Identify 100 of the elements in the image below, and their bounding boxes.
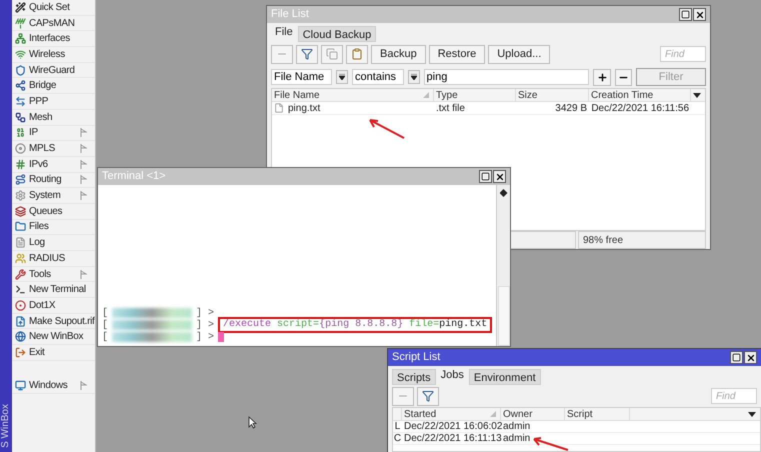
filter-icon <box>301 48 313 60</box>
scroll-up-icon <box>500 189 508 197</box>
find-field[interactable]: Find <box>660 46 706 62</box>
menu-item[interactable]: IPv6 <box>12 156 95 173</box>
sort-icon <box>490 411 496 417</box>
close-icon <box>746 352 756 362</box>
column-header[interactable]: Script <box>565 408 630 420</box>
toolbar-button[interactable]: Backup <box>371 44 426 64</box>
menu-item[interactable]: System <box>12 188 95 204</box>
menu-item[interactable]: IP <box>12 126 95 142</box>
toolbar-button[interactable]: Restore <box>428 44 486 64</box>
document-icon <box>15 237 26 248</box>
dropdown-button[interactable] <box>408 70 420 84</box>
table-row[interactable]: L Dec/22/2021 16:06:02admin <box>393 421 760 433</box>
table-cell-text: admin <box>503 432 530 446</box>
find-field[interactable]: Find <box>711 388 757 404</box>
monitor-icon <box>15 380 26 391</box>
scrollbar-thumb[interactable] <box>498 286 510 346</box>
close-button[interactable] <box>744 351 757 364</box>
maximize-icon <box>681 10 690 19</box>
table-cell-text: Dec/22/2021 16:11:56 <box>591 102 689 116</box>
brand-text: S WinBox <box>0 404 12 450</box>
table-cell-text: admin <box>503 420 530 434</box>
table-cell-text: L <box>394 420 400 434</box>
plus-icon <box>596 72 608 82</box>
menu-item[interactable]: Tools <box>12 266 95 282</box>
paste-button[interactable] <box>346 44 368 64</box>
menu-item[interactable]: WireGuard <box>12 62 95 78</box>
tab[interactable]: Cloud Backup <box>298 26 376 42</box>
submenu-arrow-icon <box>80 270 87 279</box>
maximize-icon <box>481 172 490 181</box>
table-row[interactable]: ping.txt .txt file 3429 B Dec/22/2021 16:11:56 <box>272 102 705 115</box>
prompt-text: ] > <box>196 306 214 320</box>
wifi-icon <box>15 48 26 60</box>
filter-field-select[interactable]: File Name <box>271 69 332 85</box>
antenna-icon <box>15 18 26 29</box>
file-icon <box>15 316 26 327</box>
prompt-text: ] > <box>196 330 214 344</box>
menu-item[interactable]: Exit <box>12 345 95 361</box>
table-row[interactable]: C Dec/22/2021 16:11:13admin <box>393 433 760 445</box>
close-button[interactable] <box>693 8 706 21</box>
menu-item[interactable]: New WinBox <box>12 329 95 346</box>
menu-item[interactable]: Files <box>12 220 95 236</box>
column-header[interactable]: Type <box>434 89 516 101</box>
grid-icon <box>15 158 26 170</box>
menu-item[interactable]: Make Supout.rif <box>12 314 95 330</box>
gear-icon <box>15 190 26 202</box>
globe-icon <box>15 331 26 342</box>
layers-icon <box>15 206 26 217</box>
menu-item[interactable]: Interfaces <box>12 31 95 48</box>
toolbar-button[interactable]: Upload... <box>488 44 550 64</box>
dropdown-button[interactable] <box>336 70 348 84</box>
menu-item[interactable]: Dot1X <box>12 298 95 314</box>
column-header[interactable]: File Name <box>272 89 434 101</box>
menu-item[interactable]: Log <box>12 235 95 251</box>
submenu-arrow-icon <box>80 160 87 169</box>
filter-value-field[interactable]: ping <box>424 69 590 85</box>
remove-button[interactable] <box>614 68 632 86</box>
filter-icon <box>422 390 434 402</box>
users-icon <box>15 252 26 264</box>
menu-item[interactable]: Windows <box>12 378 95 394</box>
folder-icon <box>15 221 26 232</box>
tab[interactable]: Environment <box>468 369 541 385</box>
prompt-bracket: [ <box>102 318 108 332</box>
menu-item[interactable]: Queues <box>12 204 95 220</box>
table-cell-text: Dec/22/2021 16:11:13 <box>404 432 502 446</box>
prompt-bracket: [ <box>102 306 108 320</box>
menu-item[interactable]: PPP <box>12 94 95 110</box>
maximize-button[interactable] <box>679 8 692 21</box>
tab[interactable]: Scripts <box>392 369 436 385</box>
wrench-icon <box>15 268 26 280</box>
column-header[interactable]: Size <box>516 89 589 101</box>
menu-item[interactable]: New Terminal <box>12 282 95 298</box>
route-icon <box>15 174 26 186</box>
column-header[interactable]: Creation Time <box>589 89 691 101</box>
menu-item[interactable]: Bridge <box>12 78 95 94</box>
filter-button[interactable] <box>296 44 318 64</box>
menu-item[interactable]: CAPsMAN <box>12 16 95 32</box>
menu-item[interactable]: Routing <box>12 172 95 188</box>
maximize-icon <box>732 353 741 362</box>
menu-item[interactable]: RADIUS <box>12 251 95 267</box>
column-header[interactable]: Started <box>402 408 501 420</box>
menu-item[interactable]: Mesh <box>12 110 95 126</box>
clipboard-icon <box>351 48 363 60</box>
column-header[interactable]: Owner <box>501 408 565 420</box>
submenu-arrow-icon <box>80 175 87 184</box>
network-icon <box>15 33 26 44</box>
prompt-text: ] > <box>196 318 214 332</box>
maximize-button[interactable] <box>479 170 492 183</box>
menu-item[interactable]: Quick Set <box>12 0 95 16</box>
menu-item[interactable]: MPLS <box>12 141 95 157</box>
add-button[interactable] <box>593 68 611 86</box>
filter-button[interactable] <box>417 386 439 406</box>
table-cell-text: .txt file <box>436 102 465 116</box>
nodes-icon <box>15 80 26 92</box>
close-button[interactable] <box>493 170 506 183</box>
menu-item[interactable]: Wireless <box>12 47 95 63</box>
operator-select[interactable]: contains <box>352 69 404 85</box>
arrows-icon <box>15 96 26 107</box>
maximize-button[interactable] <box>730 351 743 364</box>
